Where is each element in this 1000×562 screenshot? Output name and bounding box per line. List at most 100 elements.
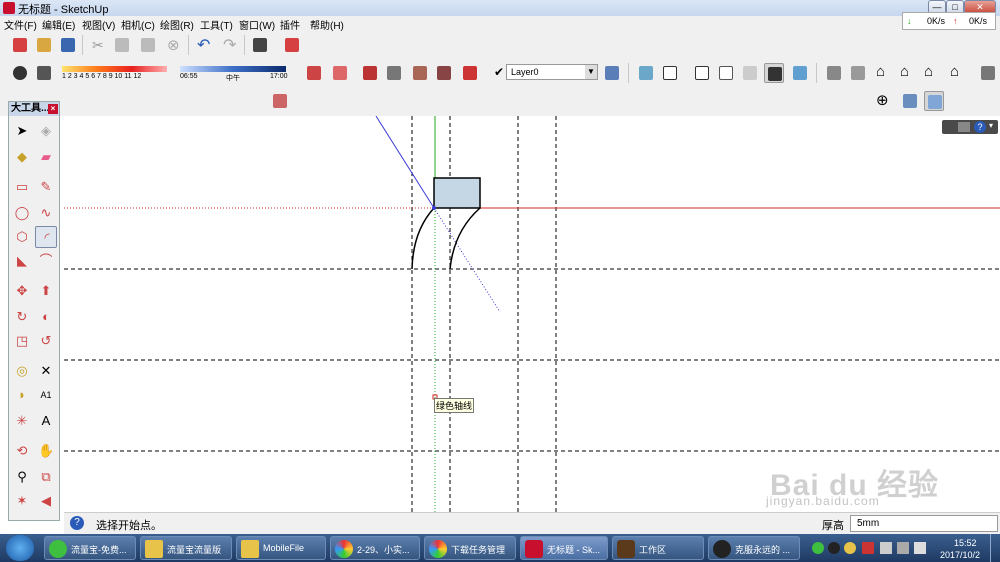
shaded-button[interactable] [740,63,760,83]
offset-tool[interactable]: ↺ [35,330,57,352]
look-around-button[interactable] [924,91,944,111]
tray-security-icon[interactable] [844,542,856,554]
wireframe-button[interactable] [692,63,712,83]
tray-signal-icon[interactable] [897,542,909,554]
add-detail-button[interactable] [434,63,454,83]
sandbox-from-contours-button[interactable] [304,63,324,83]
dimension-tool[interactable]: ✕ [35,360,57,382]
tray-qq-icon[interactable] [828,542,840,554]
text-tool[interactable]: A1 [35,384,57,406]
left-view-button[interactable]: ⌂ [948,63,968,83]
circle-tool[interactable]: ◯ [11,202,33,224]
back-view-button[interactable]: ⌂ [922,63,942,83]
scale-tool[interactable]: ◳ [11,330,33,352]
measurement-input[interactable]: 5mm [850,515,998,532]
zoom-window-tool[interactable]: ⧉ [35,466,57,488]
menu-tools[interactable]: 工具(T) [200,17,233,32]
tray-network-icon[interactable] [880,542,892,554]
extra-tool-button[interactable] [978,63,998,83]
make-component-tool[interactable]: ◈ [35,120,57,142]
smoove-button[interactable] [360,63,380,83]
model-info-button[interactable] [282,35,302,55]
menu-edit[interactable]: 编辑(E) [42,17,75,32]
task-download-manager[interactable]: 下载任务管理 [424,536,516,560]
help-icon[interactable]: ? [70,516,84,530]
drape-button[interactable] [410,63,430,83]
layer-manager-button[interactable] [602,63,622,83]
section-plane-button[interactable] [270,91,290,111]
menu-window[interactable]: 窗口(W) [239,17,275,32]
start-button[interactable] [6,535,34,561]
eraser-tool[interactable]: ▰ [35,146,57,168]
tray-liuliangbao-icon[interactable] [812,542,824,554]
freehand-tool[interactable]: ∿ [35,202,57,224]
iso-view-button[interactable] [824,63,844,83]
menu-draw[interactable]: 绘图(R) [160,17,194,32]
follow-me-tool[interactable]: ◐ [35,306,57,328]
month-slider[interactable] [62,66,167,72]
shadow-settings-button[interactable] [10,63,30,83]
previous-view-tool[interactable]: ◀ [35,490,57,512]
task-sketchup[interactable]: 无标题 - Sk... [520,536,608,560]
menu-view[interactable]: 视图(V) [82,17,115,32]
layer-select[interactable]: Layer0 ▼ [506,64,598,80]
print-button[interactable] [250,35,270,55]
display-shadows-button[interactable] [34,63,54,83]
task-liuliangbao-free[interactable]: 流量宝-免费... [44,536,136,560]
rotate-tool[interactable]: ↻ [11,306,33,328]
show-desktop-button[interactable] [990,534,1000,562]
close-icon[interactable]: × [48,104,58,114]
drawing-area[interactable] [64,116,1000,512]
time-slider[interactable] [180,66,286,72]
xray-button[interactable] [636,63,656,83]
three-point-arc-tool[interactable]: ⌒ [35,250,57,272]
arc-tool[interactable]: ◜ [35,226,57,248]
cut-button[interactable]: ✂ [88,35,108,55]
pan-tool[interactable]: ✋ [35,440,57,462]
task-mobilefile[interactable]: MobileFile [236,536,326,560]
task-workspace[interactable]: 工作区 [612,536,704,560]
move-tool[interactable]: ✥ [11,280,33,302]
sandbox-from-scratch-button[interactable] [330,63,350,83]
copy-button[interactable] [112,35,132,55]
task-browser-tutorial[interactable]: 2-29、小实... [330,536,420,560]
top-view-button[interactable] [848,63,868,83]
menu-plugins[interactable]: 插件 [280,17,300,32]
axes-tool[interactable]: ✳ [11,410,33,432]
save-button[interactable] [58,35,78,55]
position-camera-button[interactable]: ⊕ [874,91,894,111]
back-edges-button[interactable] [660,63,680,83]
menu-help[interactable]: 帮助(H) [310,17,344,32]
front-view-button[interactable]: ⌂ [874,63,894,83]
push-pull-tool[interactable]: ⬆ [35,280,57,302]
select-tool[interactable]: ➤ [11,120,33,142]
zoom-extents-tool[interactable]: ✶ [11,490,33,512]
arc-left[interactable] [411,207,435,270]
shaded-with-textures-button[interactable] [764,63,784,83]
task-qq[interactable]: 克服永远的 ... [708,536,800,560]
clock-time[interactable]: 15:52 [954,538,977,548]
flip-edge-button[interactable] [460,63,480,83]
zoom-tool[interactable]: ⚲ [11,466,33,488]
stamp-button[interactable] [384,63,404,83]
keyboard-icon[interactable] [958,122,970,132]
tray-volume-icon[interactable] [914,542,926,554]
line-tool[interactable]: ✎ [35,176,57,198]
hidden-line-button[interactable] [716,63,736,83]
new-file-button[interactable] [10,35,30,55]
paint-bucket-tool[interactable]: ◆ [11,146,33,168]
pie-tool[interactable]: ◣ [11,250,33,272]
menu-camera[interactable]: 相机(C) [121,17,155,32]
menu-file[interactable]: 文件(F) [4,17,37,32]
right-view-button[interactable]: ⌂ [898,63,918,83]
delete-button[interactable]: ⊗ [164,35,184,55]
rectangle-tool[interactable]: ▭ [11,176,33,198]
help-icon[interactable]: ? [974,121,986,133]
task-liuliangbao-pro[interactable]: 流量宝流量版 [140,536,232,560]
arc-right[interactable] [449,207,481,270]
chevron-down-icon[interactable]: ▾ [989,121,993,130]
paste-button[interactable] [138,35,158,55]
open-file-button[interactable] [34,35,54,55]
clock-date[interactable]: 2017/10/2 [940,550,980,560]
polygon-tool[interactable]: ⬡ [11,226,33,248]
